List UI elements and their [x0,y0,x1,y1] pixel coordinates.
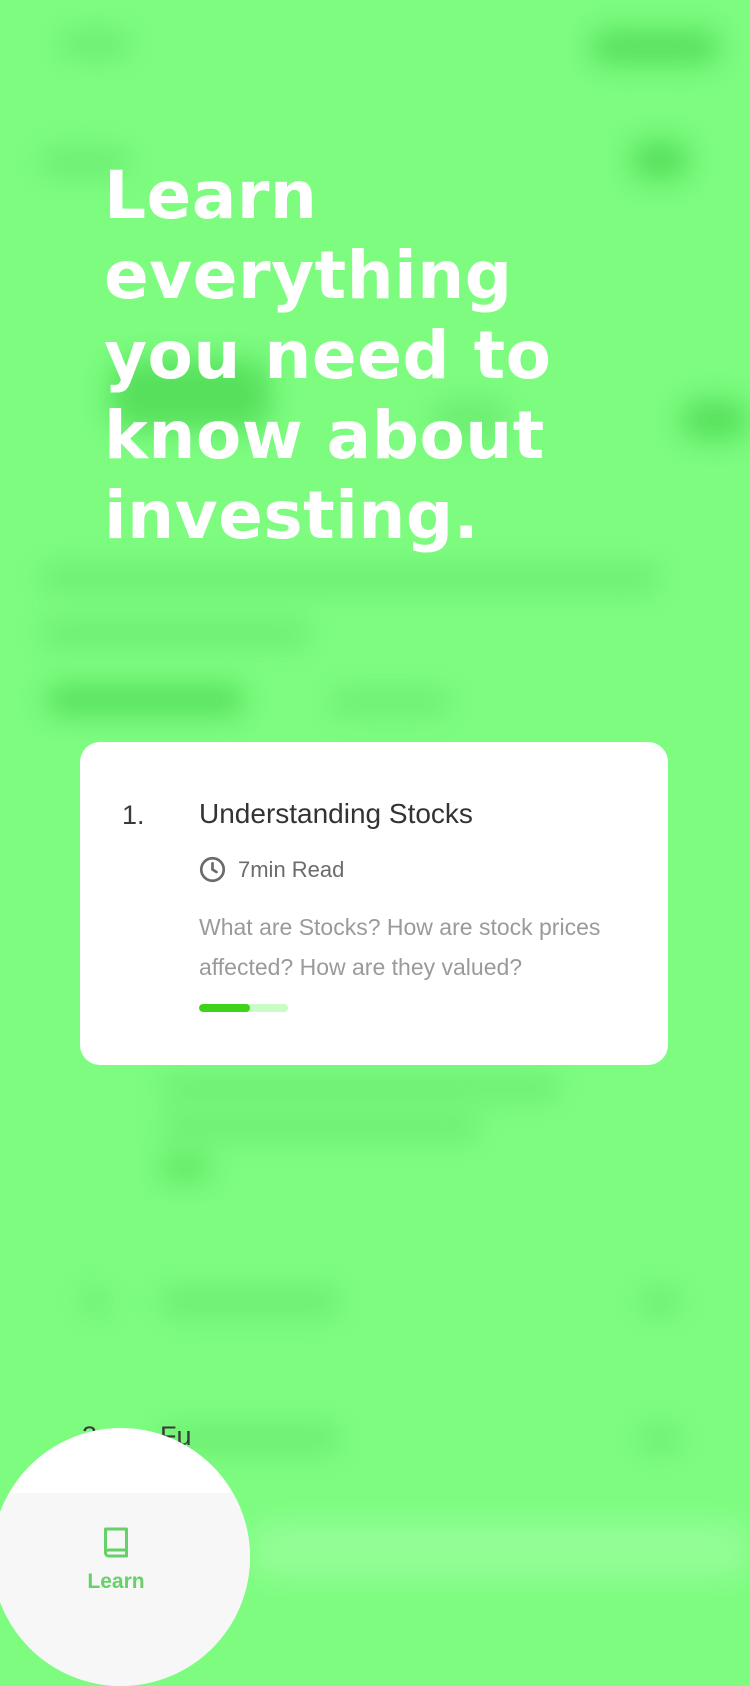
blurred-nav-right [590,30,720,64]
read-time: 7min Read [238,856,345,882]
lesson-progress-fill [199,1004,250,1012]
blurred-list-chevron-2 [640,1288,680,1316]
book-icon [104,1527,128,1558]
blurred-list-text-2 [160,1115,480,1139]
blurred-tab-bar [250,1520,750,1580]
blurred-tag [45,685,245,715]
blurred-paragraph-line-1 [40,565,660,591]
lesson-card[interactable]: 1. Understanding Stocks 7min Read What a… [80,742,668,1065]
tab-learn-label: Learn [87,1570,145,1593]
blurred-right-item [680,400,750,440]
blurred-list-number-2 [80,1290,110,1314]
tab-learn[interactable]: Learn [70,1524,162,1594]
blurred-paragraph-line-2 [40,620,310,646]
blurred-nav-left [60,30,130,58]
page-headline: Learn everything you need to know about … [104,157,552,554]
lesson-progress-bar [199,1004,288,1012]
blurred-progress [160,1158,210,1178]
lesson-meta: 7min Read [199,856,344,883]
blurred-list-chevron-3 [640,1425,680,1453]
lesson-description: What are Stocks? How are stock prices af… [199,914,601,980]
lesson-title: Understanding Stocks [199,798,473,829]
lesson-number: 1. [122,800,145,830]
blurred-list-title-2 [160,1288,340,1316]
clock-icon [199,856,226,883]
blurred-tag-2 [330,690,450,714]
blurred-list-text-1 [160,1075,560,1099]
